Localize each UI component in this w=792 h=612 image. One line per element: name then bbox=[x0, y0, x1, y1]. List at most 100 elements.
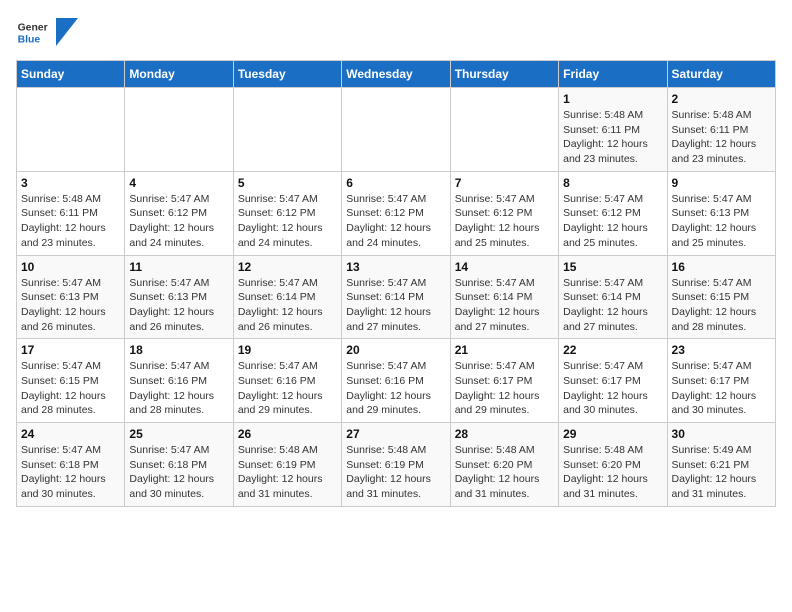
calendar-cell: 22 Sunrise: 5:47 AMSunset: 6:17 PMDayligh… bbox=[559, 339, 667, 423]
calendar-cell bbox=[17, 88, 125, 172]
calendar-cell: 11 Sunrise: 5:47 AMSunset: 6:13 PMDayligh… bbox=[125, 255, 233, 339]
day-of-week-header: Friday bbox=[559, 61, 667, 88]
day-number: 24 bbox=[21, 427, 120, 441]
calendar-cell: 8 Sunrise: 5:47 AMSunset: 6:12 PMDaylight… bbox=[559, 171, 667, 255]
day-number: 30 bbox=[672, 427, 771, 441]
calendar-cell: 16Sunrise: 5:47 AMSunset: 6:15 PMDayligh… bbox=[667, 255, 775, 339]
day-info: Sunrise: 5:47 AMSunset: 6:14 PMDaylight:… bbox=[346, 276, 445, 335]
day-info: Sunrise: 5:47 AMSunset: 6:13 PMDaylight:… bbox=[21, 276, 120, 335]
calendar-cell: 21Sunrise: 5:47 AMSunset: 6:17 PMDayligh… bbox=[450, 339, 558, 423]
day-info: Sunrise: 5:48 AMSunset: 6:11 PMDaylight:… bbox=[21, 192, 120, 251]
day-number: 5 bbox=[238, 176, 337, 190]
calendar-cell: 3Sunrise: 5:48 AMSunset: 6:11 PMDaylight… bbox=[17, 171, 125, 255]
day-info: Sunrise: 5:47 AMSunset: 6:18 PMDaylight:… bbox=[129, 443, 228, 502]
day-number: 14 bbox=[455, 260, 554, 274]
calendar-cell: 25 Sunrise: 5:47 AMSunset: 6:18 PMDayligh… bbox=[125, 423, 233, 507]
calendar-cell: 18 Sunrise: 5:47 AMSunset: 6:16 PMDayligh… bbox=[125, 339, 233, 423]
day-info: Sunrise: 5:47 AMSunset: 6:12 PMDaylight:… bbox=[346, 192, 445, 251]
calendar-cell: 14 Sunrise: 5:47 AMSunset: 6:14 PMDayligh… bbox=[450, 255, 558, 339]
calendar-cell: 1 Sunrise: 5:48 AMSunset: 6:11 PMDaylight… bbox=[559, 88, 667, 172]
day-number: 2 bbox=[672, 92, 771, 106]
svg-text:Blue: Blue bbox=[18, 34, 41, 45]
calendar-cell: 6Sunrise: 5:47 AMSunset: 6:12 PMDaylight… bbox=[342, 171, 450, 255]
day-of-week-header: Monday bbox=[125, 61, 233, 88]
day-number: 19 bbox=[238, 343, 337, 357]
calendar-cell: 19 Sunrise: 5:47 AMSunset: 6:16 PMDayligh… bbox=[233, 339, 341, 423]
day-info: Sunrise: 5:47 AMSunset: 6:15 PMDaylight:… bbox=[21, 359, 120, 418]
calendar-cell: 7 Sunrise: 5:47 AMSunset: 6:12 PMDaylight… bbox=[450, 171, 558, 255]
day-number: 12 bbox=[238, 260, 337, 274]
day-info: Sunrise: 5:47 AMSunset: 6:16 PMDaylight:… bbox=[129, 359, 228, 418]
day-of-week-header: Thursday bbox=[450, 61, 558, 88]
calendar-week-row: 3Sunrise: 5:48 AMSunset: 6:11 PMDaylight… bbox=[17, 171, 776, 255]
day-info: Sunrise: 5:48 AMSunset: 6:20 PMDaylight:… bbox=[563, 443, 662, 502]
calendar-cell: 13 Sunrise: 5:47 AMSunset: 6:14 PMDayligh… bbox=[342, 255, 450, 339]
calendar-cell: 24Sunrise: 5:47 AMSunset: 6:18 PMDayligh… bbox=[17, 423, 125, 507]
logo-icon: General Blue bbox=[16, 16, 48, 48]
day-info: Sunrise: 5:48 AMSunset: 6:11 PMDaylight:… bbox=[563, 108, 662, 167]
day-number: 9 bbox=[672, 176, 771, 190]
day-info: Sunrise: 5:47 AMSunset: 6:16 PMDaylight:… bbox=[238, 359, 337, 418]
day-info: Sunrise: 5:48 AMSunset: 6:20 PMDaylight:… bbox=[455, 443, 554, 502]
calendar-cell: 29 Sunrise: 5:48 AMSunset: 6:20 PMDayligh… bbox=[559, 423, 667, 507]
day-info: Sunrise: 5:47 AMSunset: 6:17 PMDaylight:… bbox=[563, 359, 662, 418]
calendar-cell bbox=[450, 88, 558, 172]
day-number: 22 bbox=[563, 343, 662, 357]
calendar-week-row: 17 Sunrise: 5:47 AMSunset: 6:15 PMDayligh… bbox=[17, 339, 776, 423]
day-of-week-header: Sunday bbox=[17, 61, 125, 88]
day-number: 15 bbox=[563, 260, 662, 274]
logo: General Blue bbox=[16, 16, 78, 48]
page-header: General Blue bbox=[16, 16, 776, 48]
calendar-cell: 20Sunrise: 5:47 AMSunset: 6:16 PMDayligh… bbox=[342, 339, 450, 423]
day-number: 7 bbox=[455, 176, 554, 190]
day-info: Sunrise: 5:47 AMSunset: 6:13 PMDaylight:… bbox=[129, 276, 228, 335]
day-number: 17 bbox=[21, 343, 120, 357]
day-number: 26 bbox=[238, 427, 337, 441]
logo-triangle-icon bbox=[56, 18, 78, 46]
day-info: Sunrise: 5:47 AMSunset: 6:17 PMDaylight:… bbox=[672, 359, 771, 418]
day-number: 4 bbox=[129, 176, 228, 190]
day-number: 25 bbox=[129, 427, 228, 441]
calendar-header-row: SundayMondayTuesdayWednesdayThursdayFrid… bbox=[17, 61, 776, 88]
calendar-cell bbox=[125, 88, 233, 172]
calendar-cell: 17 Sunrise: 5:47 AMSunset: 6:15 PMDayligh… bbox=[17, 339, 125, 423]
day-info: Sunrise: 5:48 AMSunset: 6:19 PMDaylight:… bbox=[346, 443, 445, 502]
calendar-week-row: 1 Sunrise: 5:48 AMSunset: 6:11 PMDaylight… bbox=[17, 88, 776, 172]
calendar-cell: 2 Sunrise: 5:48 AMSunset: 6:11 PMDaylight… bbox=[667, 88, 775, 172]
day-number: 8 bbox=[563, 176, 662, 190]
day-number: 11 bbox=[129, 260, 228, 274]
calendar-cell: 23 Sunrise: 5:47 AMSunset: 6:17 PMDayligh… bbox=[667, 339, 775, 423]
day-info: Sunrise: 5:47 AMSunset: 6:12 PMDaylight:… bbox=[238, 192, 337, 251]
day-number: 27 bbox=[346, 427, 445, 441]
calendar-cell: 4 Sunrise: 5:47 AMSunset: 6:12 PMDaylight… bbox=[125, 171, 233, 255]
day-of-week-header: Saturday bbox=[667, 61, 775, 88]
calendar-cell: 15 Sunrise: 5:47 AMSunset: 6:14 PMDayligh… bbox=[559, 255, 667, 339]
calendar-cell: 27 Sunrise: 5:48 AMSunset: 6:19 PMDayligh… bbox=[342, 423, 450, 507]
day-info: Sunrise: 5:47 AMSunset: 6:12 PMDaylight:… bbox=[129, 192, 228, 251]
day-info: Sunrise: 5:47 AMSunset: 6:14 PMDaylight:… bbox=[455, 276, 554, 335]
day-info: Sunrise: 5:49 AMSunset: 6:21 PMDaylight:… bbox=[672, 443, 771, 502]
day-info: Sunrise: 5:48 AMSunset: 6:11 PMDaylight:… bbox=[672, 108, 771, 167]
day-of-week-header: Tuesday bbox=[233, 61, 341, 88]
day-info: Sunrise: 5:47 AMSunset: 6:13 PMDaylight:… bbox=[672, 192, 771, 251]
svg-text:General: General bbox=[18, 22, 48, 33]
calendar-cell: 28Sunrise: 5:48 AMSunset: 6:20 PMDayligh… bbox=[450, 423, 558, 507]
calendar-cell: 5 Sunrise: 5:47 AMSunset: 6:12 PMDaylight… bbox=[233, 171, 341, 255]
day-number: 13 bbox=[346, 260, 445, 274]
day-number: 1 bbox=[563, 92, 662, 106]
calendar-cell: 12Sunrise: 5:47 AMSunset: 6:14 PMDayligh… bbox=[233, 255, 341, 339]
day-number: 23 bbox=[672, 343, 771, 357]
calendar-cell: 9 Sunrise: 5:47 AMSunset: 6:13 PMDaylight… bbox=[667, 171, 775, 255]
day-number: 29 bbox=[563, 427, 662, 441]
day-info: Sunrise: 5:47 AMSunset: 6:12 PMDaylight:… bbox=[563, 192, 662, 251]
day-number: 16 bbox=[672, 260, 771, 274]
day-info: Sunrise: 5:48 AMSunset: 6:19 PMDaylight:… bbox=[238, 443, 337, 502]
calendar-cell: 10 Sunrise: 5:47 AMSunset: 6:13 PMDayligh… bbox=[17, 255, 125, 339]
day-number: 10 bbox=[21, 260, 120, 274]
day-info: Sunrise: 5:47 AMSunset: 6:12 PMDaylight:… bbox=[455, 192, 554, 251]
day-number: 21 bbox=[455, 343, 554, 357]
day-info: Sunrise: 5:47 AMSunset: 6:14 PMDaylight:… bbox=[563, 276, 662, 335]
day-number: 20 bbox=[346, 343, 445, 357]
calendar-cell: 30 Sunrise: 5:49 AMSunset: 6:21 PMDayligh… bbox=[667, 423, 775, 507]
day-number: 18 bbox=[129, 343, 228, 357]
